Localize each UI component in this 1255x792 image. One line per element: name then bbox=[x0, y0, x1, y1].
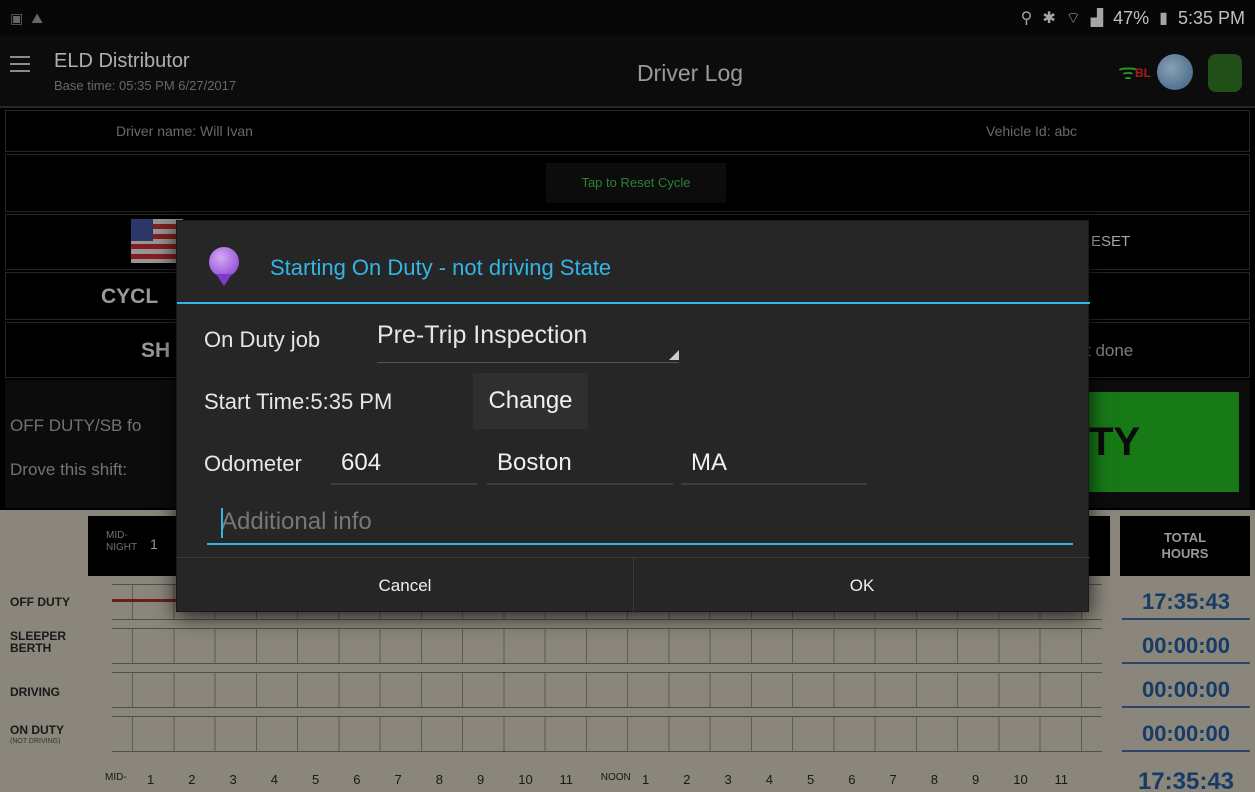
hour-axis: MID- 1 2 3 4 5 6 7 8 9 10 11 NOON 1 2 3 4 5 6 7 8 9 10 11 bbox=[105, 772, 1115, 792]
location-pin-icon bbox=[209, 247, 241, 287]
drove-shift-text: Drove this shift: bbox=[10, 460, 128, 479]
total-off-duty: 17:35:43 bbox=[1122, 584, 1250, 620]
odometer-field[interactable]: 604 bbox=[331, 445, 477, 485]
on-duty-dialog: Starting On Duty - not driving State On … bbox=[176, 220, 1090, 613]
hour-axis-label: 10 bbox=[1013, 772, 1028, 787]
row-label-off-duty: OFF DUTY bbox=[10, 595, 70, 609]
app-bar: ELD Distributor Base time: 05:35 PM 6/27… bbox=[0, 36, 1255, 108]
screenshot-icon: ▣ bbox=[10, 9, 24, 26]
battery-percent: 47% bbox=[1113, 7, 1150, 28]
midnight-label: MID- NIGHT bbox=[106, 530, 138, 553]
start-time-label: Start Time:5:35 PM bbox=[204, 389, 393, 414]
bluetooth-icon: ✱ bbox=[1042, 10, 1056, 27]
hour-axis-label: MID- bbox=[105, 772, 127, 783]
odometer-label: Odometer bbox=[204, 451, 302, 476]
hour-axis-label: 11 bbox=[559, 772, 574, 787]
hour-axis-label: NOON bbox=[600, 772, 631, 783]
grid-row-on-duty bbox=[112, 716, 1102, 752]
on-duty-job-select[interactable]: Pre-Trip Inspection bbox=[377, 321, 679, 363]
hour-axis-label: 9 bbox=[477, 772, 485, 787]
on-duty-job-label: On Duty job bbox=[204, 327, 321, 352]
hour-axis-label: 10 bbox=[518, 772, 533, 787]
hour-axis-label: 6 bbox=[848, 772, 856, 787]
total-on-duty: 00:00:00 bbox=[1122, 716, 1250, 752]
status-bar-left: ▣ ⛰ bbox=[10, 10, 43, 27]
city-field[interactable]: Boston bbox=[487, 445, 673, 485]
location-icon: ⚲ bbox=[1020, 10, 1033, 27]
title-divider bbox=[177, 302, 1090, 304]
dialog-title: Starting On Duty - not driving State bbox=[270, 255, 612, 280]
hour-axis-label: 7 bbox=[394, 772, 402, 787]
hour-axis-label: 5 bbox=[312, 772, 320, 787]
status-bar: ▣ ⛰ ⚲ ✱ ⌔ ▟ 47% ▮ 5:35 PM bbox=[0, 0, 1255, 36]
hour-axis-label: 7 bbox=[889, 772, 897, 787]
hour-axis-label: 11 bbox=[1054, 772, 1069, 787]
additional-info-input[interactable] bbox=[207, 501, 1073, 545]
hour-axis-label: 8 bbox=[435, 772, 443, 787]
hour-axis-label: 4 bbox=[765, 772, 773, 787]
grand-total: 17:35:43 bbox=[1137, 768, 1235, 792]
reset-label: ESET bbox=[1091, 233, 1131, 250]
row-label-driving: DRIVING bbox=[10, 685, 61, 699]
battery-icon: ▮ bbox=[1159, 10, 1168, 27]
total-sleeper-berth: 00:00:00 bbox=[1122, 628, 1250, 664]
reset-cycle-row: Tap to Reset Cycle bbox=[5, 154, 1250, 212]
off-duty-status-line bbox=[112, 599, 182, 602]
clock: 5:35 PM bbox=[1177, 7, 1245, 28]
off-duty-sb-text: OFF DUTY/SB fo bbox=[10, 416, 142, 435]
grid-row-sleeper-berth bbox=[112, 628, 1102, 664]
grid-row-driving bbox=[112, 672, 1102, 708]
dialog-button-bar: Cancel OK bbox=[177, 557, 1090, 613]
on-duty-label: ON DUTY bbox=[10, 723, 64, 737]
text-caret bbox=[221, 508, 223, 538]
hour-label: 1 bbox=[150, 536, 158, 552]
done-label: t done bbox=[1086, 341, 1134, 360]
hour-axis-label: 9 bbox=[972, 772, 980, 787]
hour-axis-label: 5 bbox=[807, 772, 815, 787]
globe-icon[interactable] bbox=[1157, 54, 1193, 90]
hour-axis-label: 1 bbox=[642, 772, 650, 787]
cycle-label: CYCL bbox=[101, 285, 159, 308]
hour-axis-label: 3 bbox=[229, 772, 237, 787]
driver-info-row: Driver name: Will Ivan Vehicle Id: abc bbox=[5, 110, 1250, 152]
dropdown-triangle-icon bbox=[669, 350, 679, 360]
wifi-icon: ⌔ bbox=[1065, 10, 1081, 27]
not-driving-sublabel: (NOT DRIVING) bbox=[10, 738, 61, 745]
hour-axis-label: 1 bbox=[147, 772, 155, 787]
hour-axis-label: 6 bbox=[353, 772, 361, 787]
change-time-button[interactable]: Change bbox=[473, 373, 588, 429]
status-bar-right: ⚲ ✱ ⌔ ▟ 47% ▮ 5:35 PM bbox=[1021, 8, 1245, 29]
on-duty-job-value: Pre-Trip Inspection bbox=[377, 321, 588, 349]
reset-cycle-button[interactable]: Tap to Reset Cycle bbox=[546, 163, 726, 203]
hour-axis-label: 2 bbox=[683, 772, 691, 787]
total-driving: 00:00:00 bbox=[1122, 672, 1250, 708]
notification-icon: ⛰ bbox=[31, 9, 43, 26]
ok-button[interactable]: OK bbox=[634, 558, 1090, 613]
state-field[interactable]: MA bbox=[681, 445, 867, 485]
driver-name: Driver name: Will Ivan bbox=[116, 123, 253, 139]
hour-axis-label: 8 bbox=[930, 772, 938, 787]
robot-icon[interactable] bbox=[1208, 54, 1242, 92]
shift-label: SH bbox=[141, 339, 171, 362]
bluetooth-status-label: BL bbox=[1135, 66, 1151, 80]
total-hours-header: TOTAL HOURS bbox=[1120, 516, 1250, 576]
row-label-sleeper-berth: SLEEPER BERTH bbox=[10, 629, 67, 655]
hour-axis-label: 2 bbox=[188, 772, 196, 787]
vehicle-id: Vehicle Id: abc bbox=[986, 123, 1078, 139]
hour-axis-label: 4 bbox=[270, 772, 278, 787]
hour-axis-label: 3 bbox=[724, 772, 732, 787]
row-label-on-duty: ON DUTY (NOT DRIVING) bbox=[10, 724, 64, 748]
signal-icon: ▟ bbox=[1090, 10, 1104, 27]
cancel-button[interactable]: Cancel bbox=[177, 558, 633, 613]
page-title: Driver Log bbox=[636, 60, 744, 86]
